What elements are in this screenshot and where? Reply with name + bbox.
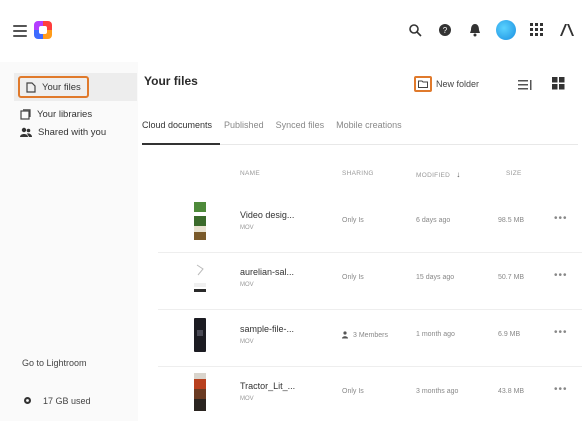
column-header-name[interactable]: NAME bbox=[240, 170, 260, 177]
gear-icon bbox=[24, 397, 31, 404]
file-name: Tractor_Lit_... bbox=[240, 381, 296, 391]
file-type: MOV bbox=[240, 225, 254, 231]
more-options-icon[interactable]: ••• bbox=[554, 270, 568, 281]
more-options-icon[interactable]: ••• bbox=[554, 213, 568, 224]
table-row[interactable]: Video desig... MOV Only Is 6 days ago 98… bbox=[158, 196, 582, 252]
file-type: MOV bbox=[240, 282, 254, 288]
avatar[interactable] bbox=[496, 20, 516, 40]
column-header-size[interactable]: SIZE bbox=[506, 170, 522, 177]
search-icon[interactable] bbox=[406, 21, 424, 39]
file-sharing: Only Is bbox=[342, 274, 364, 281]
sidebar-item-label: Shared with you bbox=[38, 126, 107, 138]
file-thumbnail bbox=[194, 259, 206, 297]
file-sharing-label: Only Is bbox=[342, 388, 364, 395]
file-sharing: Only Is bbox=[342, 217, 364, 224]
file-name: sample-file-... bbox=[240, 324, 295, 334]
tab-mobile-creations[interactable]: Mobile creations bbox=[336, 120, 402, 130]
sidebar-item-label: Your libraries bbox=[37, 108, 93, 120]
file-modified: 1 month ago bbox=[416, 331, 455, 338]
top-bar: ? bbox=[0, 0, 582, 62]
apps-grid-icon[interactable] bbox=[528, 21, 546, 39]
file-size: 43.8 MB bbox=[498, 388, 525, 395]
column-header-modified-label: MODIFIED bbox=[416, 172, 451, 179]
app-logo[interactable] bbox=[34, 21, 52, 39]
file-size: 50.7 MB bbox=[498, 274, 525, 281]
tab-synced-files[interactable]: Synced files bbox=[276, 120, 325, 130]
file-type: MOV bbox=[240, 396, 254, 402]
file-name: aurelian-sal... bbox=[240, 267, 295, 277]
file-size: 6.9 MB bbox=[498, 331, 521, 338]
file-sharing-label: Only Is bbox=[342, 217, 364, 224]
grid-view-icon[interactable] bbox=[552, 77, 565, 95]
file-modified: 3 months ago bbox=[416, 388, 459, 395]
tab-published[interactable]: Published bbox=[224, 120, 264, 130]
library-icon bbox=[20, 108, 31, 120]
tabs: Cloud documents Published Synced files M… bbox=[142, 120, 402, 130]
sidebar: Your files Your libraries Shared with yo… bbox=[0, 62, 138, 421]
file-icon bbox=[26, 81, 36, 93]
page-title: Your files bbox=[144, 74, 198, 88]
new-folder-button[interactable]: New folder bbox=[414, 72, 479, 96]
file-sharing-label: Only Is bbox=[342, 274, 364, 281]
sidebar-item-shared-with-you[interactable]: Shared with you bbox=[20, 122, 106, 142]
more-options-icon[interactable]: ••• bbox=[554, 384, 568, 395]
members-icon bbox=[342, 331, 348, 339]
sidebar-item-your-libraries[interactable]: Your libraries bbox=[20, 104, 92, 124]
more-options-icon[interactable]: ••• bbox=[554, 327, 568, 338]
table-row[interactable]: Tractor_Lit_... MOV Only Is 3 months ago… bbox=[158, 367, 582, 421]
people-icon bbox=[20, 127, 32, 137]
storage-indicator[interactable]: 17 GB used bbox=[22, 395, 91, 406]
file-thumbnail bbox=[194, 202, 206, 240]
file-sharing: Only Is bbox=[342, 388, 364, 395]
file-modified: 6 days ago bbox=[416, 217, 451, 224]
svg-text:?: ? bbox=[443, 26, 448, 35]
sort-arrow-icon: ↓ bbox=[456, 170, 461, 179]
help-icon[interactable]: ? bbox=[436, 21, 454, 39]
table-row[interactable]: sample-file-... MOV 3 Members 1 month ag… bbox=[158, 310, 582, 366]
main-content: Your files New folder Cloud documents Pu… bbox=[138, 62, 582, 421]
new-folder-icon bbox=[414, 76, 432, 92]
tab-cloud-documents[interactable]: Cloud documents bbox=[142, 120, 212, 130]
file-size: 98.5 MB bbox=[498, 217, 525, 224]
file-thumbnail bbox=[194, 373, 206, 411]
go-to-lightroom-link[interactable]: Go to Lightroom bbox=[22, 358, 87, 368]
file-thumbnail bbox=[194, 316, 206, 354]
column-header-modified[interactable]: MODIFIED ↓ bbox=[416, 170, 461, 179]
column-header-sharing[interactable]: SHARING bbox=[342, 170, 374, 177]
sidebar-item-your-files[interactable]: Your files bbox=[18, 76, 89, 98]
sidebar-item-label: Your files bbox=[42, 81, 81, 93]
file-sharing: 3 Members bbox=[342, 331, 388, 339]
menu-icon[interactable] bbox=[13, 25, 27, 37]
file-name: Video desig... bbox=[240, 210, 295, 220]
active-tab-indicator bbox=[142, 143, 220, 145]
notifications-icon[interactable] bbox=[466, 21, 484, 39]
storage-label: 17 GB used bbox=[43, 395, 91, 406]
file-modified: 15 days ago bbox=[416, 274, 455, 281]
adobe-icon[interactable] bbox=[558, 21, 576, 39]
file-type: MOV bbox=[240, 339, 254, 345]
table-row[interactable]: aurelian-sal... MOV Only Is 15 days ago … bbox=[158, 253, 582, 309]
file-sharing-label: 3 Members bbox=[353, 331, 389, 339]
top-bar-actions: ? bbox=[406, 19, 576, 41]
new-folder-label: New folder bbox=[436, 79, 480, 89]
list-view-icon[interactable] bbox=[518, 78, 532, 96]
